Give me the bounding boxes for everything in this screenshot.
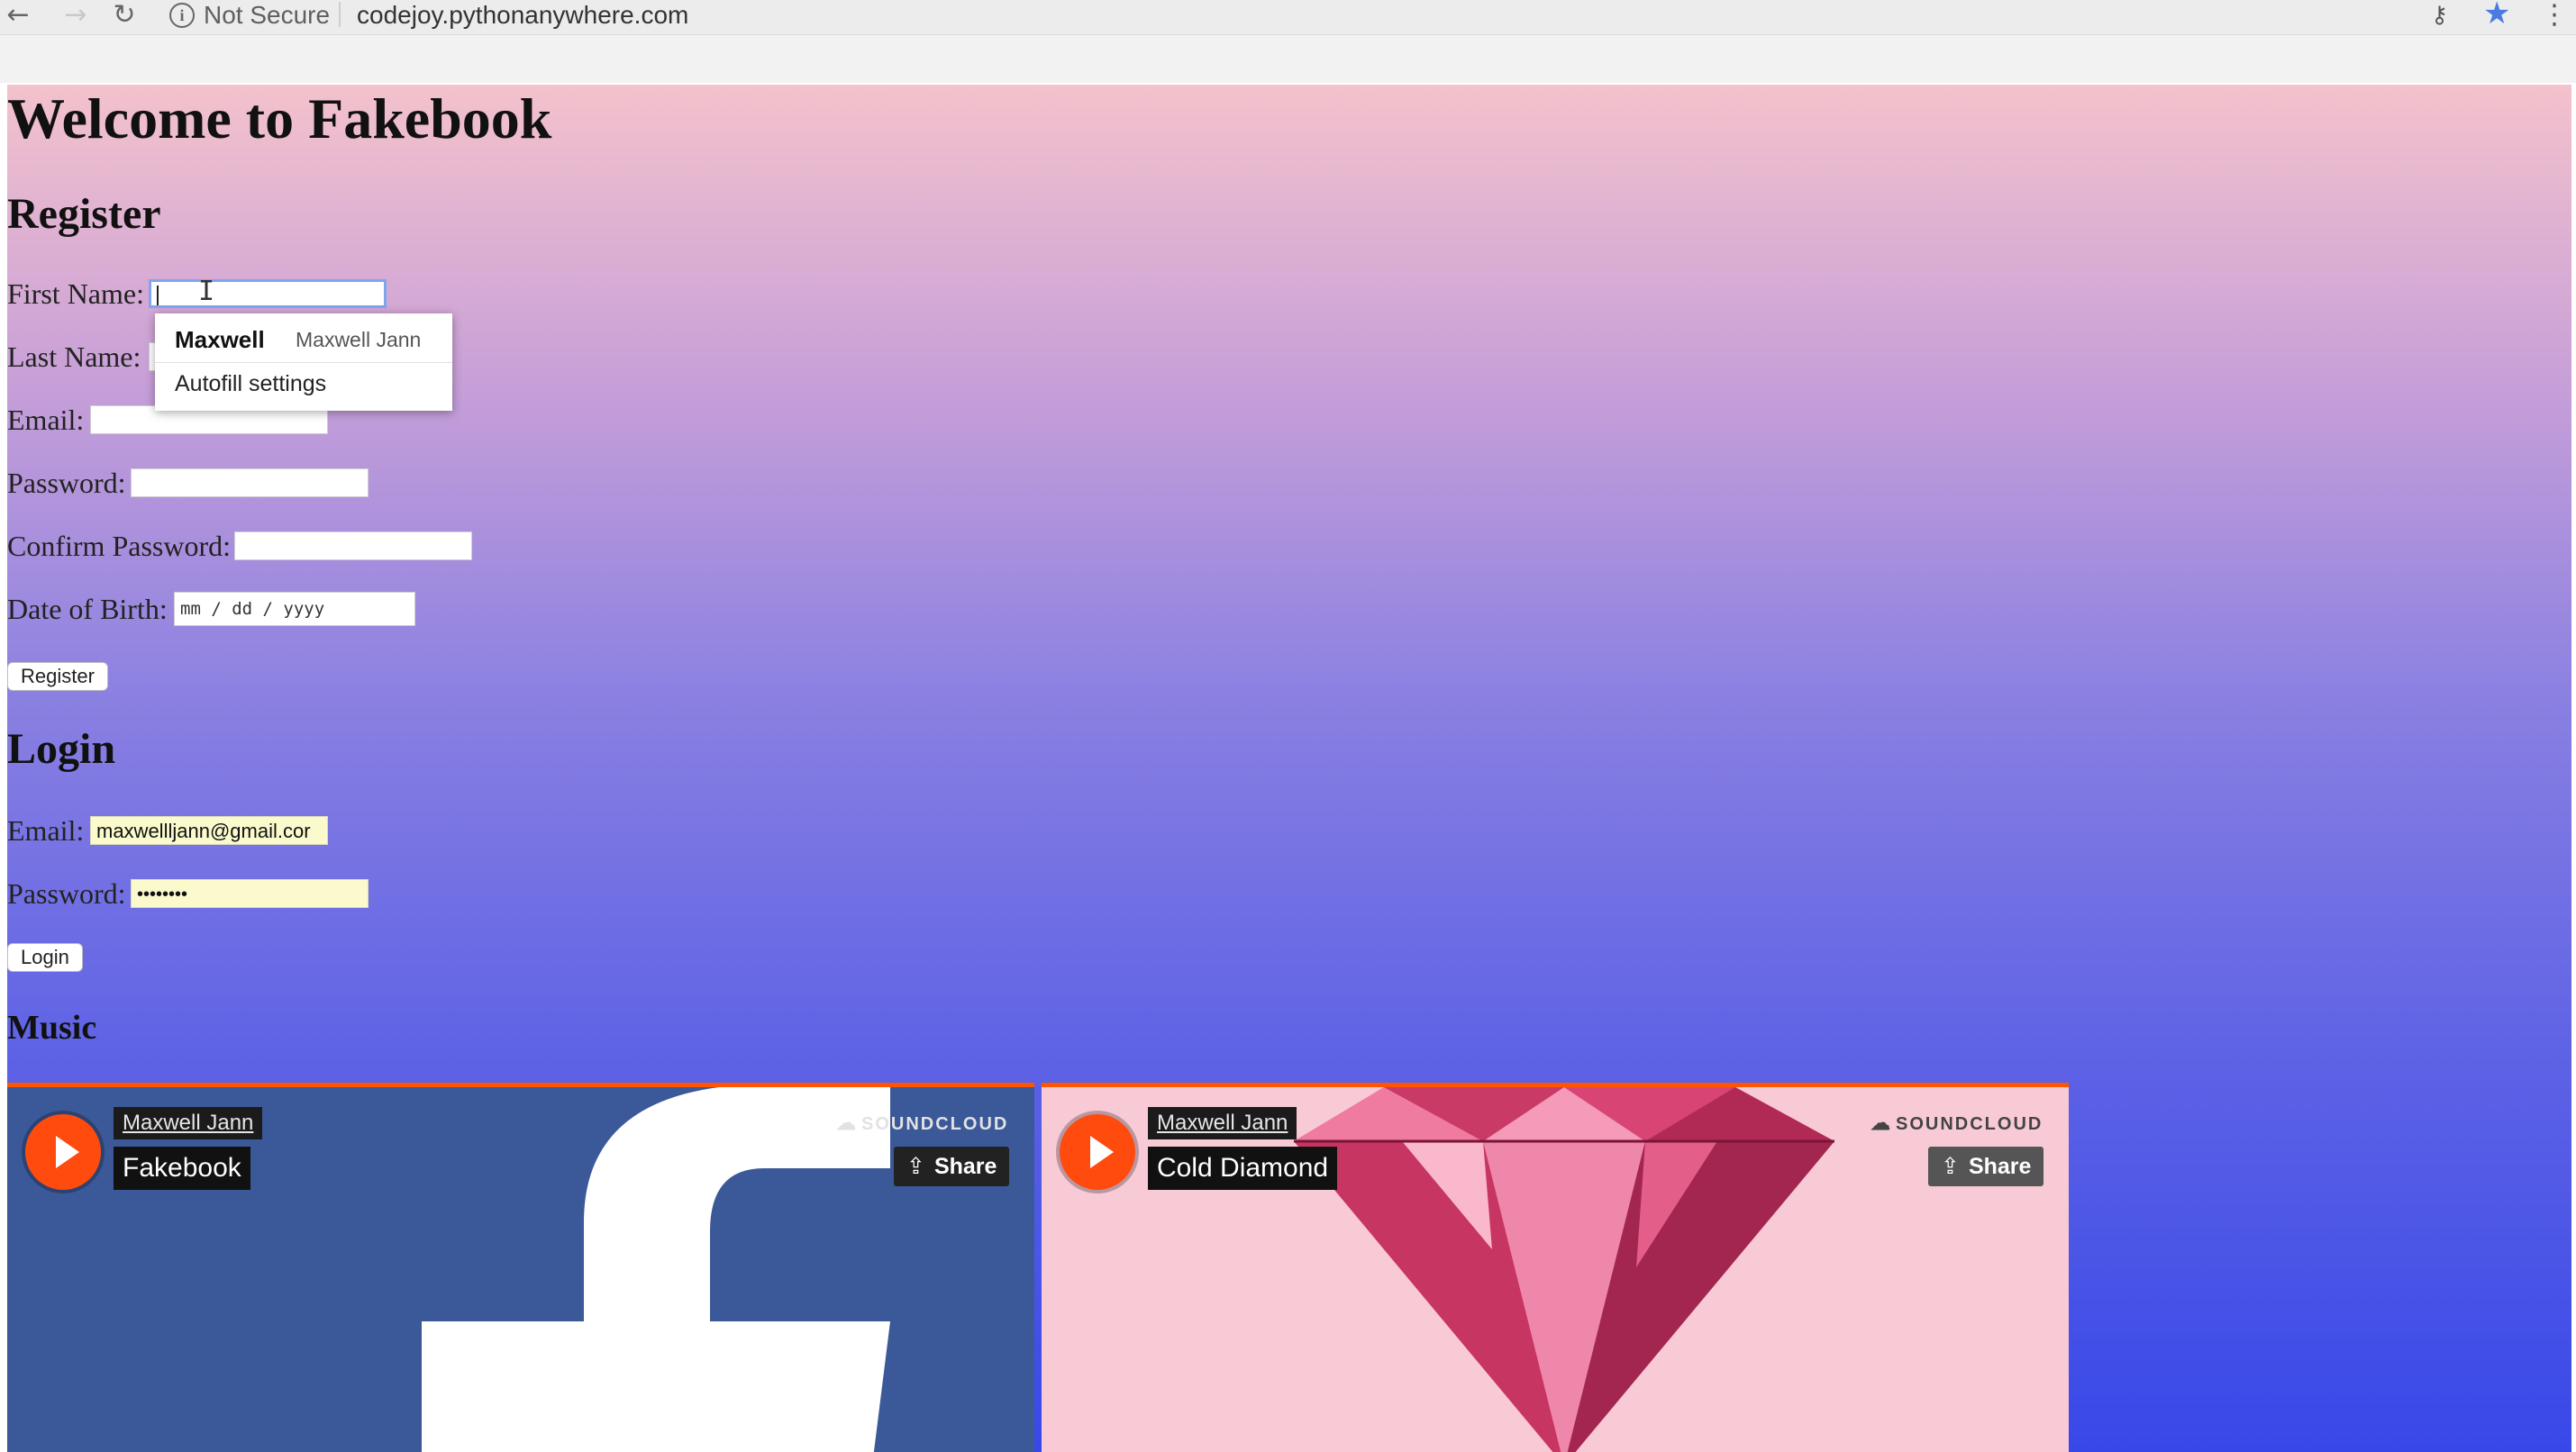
soundcloud-player-cold-diamond[interactable]: Maxwell Jann Cold Diamond ☁ SOUNDCLOUD ⇪ S… [1042, 1083, 2069, 1452]
dob-label: Date of Birth: [7, 593, 168, 625]
track-title[interactable]: Fakebook [114, 1147, 250, 1190]
address-bar-row: ← → ↻ i Not Secure codejoy.pythonanywher… [0, 0, 2576, 35]
play-button[interactable] [25, 1114, 101, 1190]
artist-link[interactable]: Maxwell Jann [1148, 1107, 1297, 1139]
first-name-input[interactable] [149, 279, 387, 308]
back-icon[interactable]: ← [0, 0, 36, 31]
share-button[interactable]: ⇪ Share [1928, 1147, 2044, 1186]
diamond-artwork-icon [1294, 1087, 1834, 1452]
share-label: Share [933, 1154, 997, 1179]
track-title[interactable]: Cold Diamond [1148, 1147, 1338, 1190]
last-name-label: Last Name: [7, 340, 141, 373]
soundcloud-logo[interactable]: ☁ SOUNDCLOUD [1871, 1111, 2043, 1137]
autofill-suggestion-full[interactable]: Maxwell Jann [296, 328, 421, 352]
confirm-password-input[interactable] [234, 531, 472, 560]
bookmark-star-icon[interactable]: ★ [2483, 0, 2510, 29]
soundcloud-logo[interactable]: ☁ SOUNDCLOUD [836, 1111, 1008, 1137]
soundcloud-brand-text: SOUNDCLOUD [1896, 1114, 2044, 1134]
register-email-label: Email: [7, 404, 85, 436]
login-email-input[interactable]: maxwellljann@gmail.cor [90, 816, 328, 845]
first-name-label: First Name: [7, 277, 144, 310]
divider [155, 362, 452, 363]
share-label: Share [1968, 1154, 2032, 1179]
soundcloud-brand-text: SOUNDCLOUD [861, 1114, 1009, 1134]
soundcloud-cloud-icon: ☁ [836, 1112, 856, 1134]
login-password-label: Password: [7, 877, 126, 910]
share-button[interactable]: ⇪ Share [894, 1147, 1010, 1186]
reload-icon[interactable]: ↻ [106, 0, 142, 31]
ibeam-cursor-icon: I [198, 276, 215, 307]
security-label[interactable]: Not Secure [204, 0, 330, 31]
login-email-label: Email: [7, 814, 85, 847]
confirm-password-label: Confirm Password: [7, 530, 231, 562]
key-icon[interactable]: ⚷ [2431, 0, 2448, 31]
register-heading: Register [7, 190, 161, 238]
register-password-label: Password: [7, 467, 126, 499]
forward-icon[interactable]: → [58, 0, 94, 31]
register-password-input[interactable] [131, 468, 369, 497]
share-icon: ⇪ [906, 1153, 925, 1179]
artist-link[interactable]: Maxwell Jann [114, 1107, 263, 1139]
page-title: Welcome to Fakebook [7, 86, 552, 150]
autofill-settings-link[interactable]: Autofill settings [175, 371, 326, 397]
autofill-suggestion-name[interactable]: Maxwell [175, 326, 265, 354]
share-icon: ⇪ [1941, 1153, 1960, 1179]
login-password-input[interactable]: •••••••• [131, 879, 369, 908]
text-caret [157, 286, 159, 305]
play-button[interactable] [1060, 1114, 1135, 1190]
login-password-value: •••••••• [137, 885, 188, 904]
login-email-value: maxwellljann@gmail.cor [96, 820, 311, 842]
login-heading: Login [7, 725, 116, 773]
info-icon[interactable]: i [169, 3, 195, 28]
music-heading: Music [7, 1009, 97, 1047]
login-button[interactable]: Login [7, 943, 83, 972]
menu-icon[interactable]: ⋮ [2541, 0, 2568, 31]
dob-placeholder: mm / dd / yyyy [180, 599, 325, 619]
facebook-logo-icon [422, 1087, 890, 1452]
address-bar[interactable]: i Not Secure codejoy.pythonanywhere.com [159, 0, 2411, 31]
autofill-dropdown: Maxwell Maxwell Jann Autofill settings [155, 313, 452, 411]
page-body: Welcome to Fakebook Register First Name:… [7, 85, 2571, 1452]
divider [339, 2, 341, 27]
url-text[interactable]: codejoy.pythonanywhere.com [357, 0, 688, 31]
soundcloud-player-fakebook[interactable]: Maxwell Jann Fakebook ☁ SOUNDCLOUD ⇪ Share [7, 1083, 1034, 1452]
soundcloud-cloud-icon: ☁ [1871, 1112, 1890, 1134]
dob-input[interactable]: mm / dd / yyyy [174, 592, 415, 626]
register-button[interactable]: Register [7, 662, 108, 691]
browser-chrome: ← → ↻ i Not Secure codejoy.pythonanywher… [0, 0, 2576, 83]
